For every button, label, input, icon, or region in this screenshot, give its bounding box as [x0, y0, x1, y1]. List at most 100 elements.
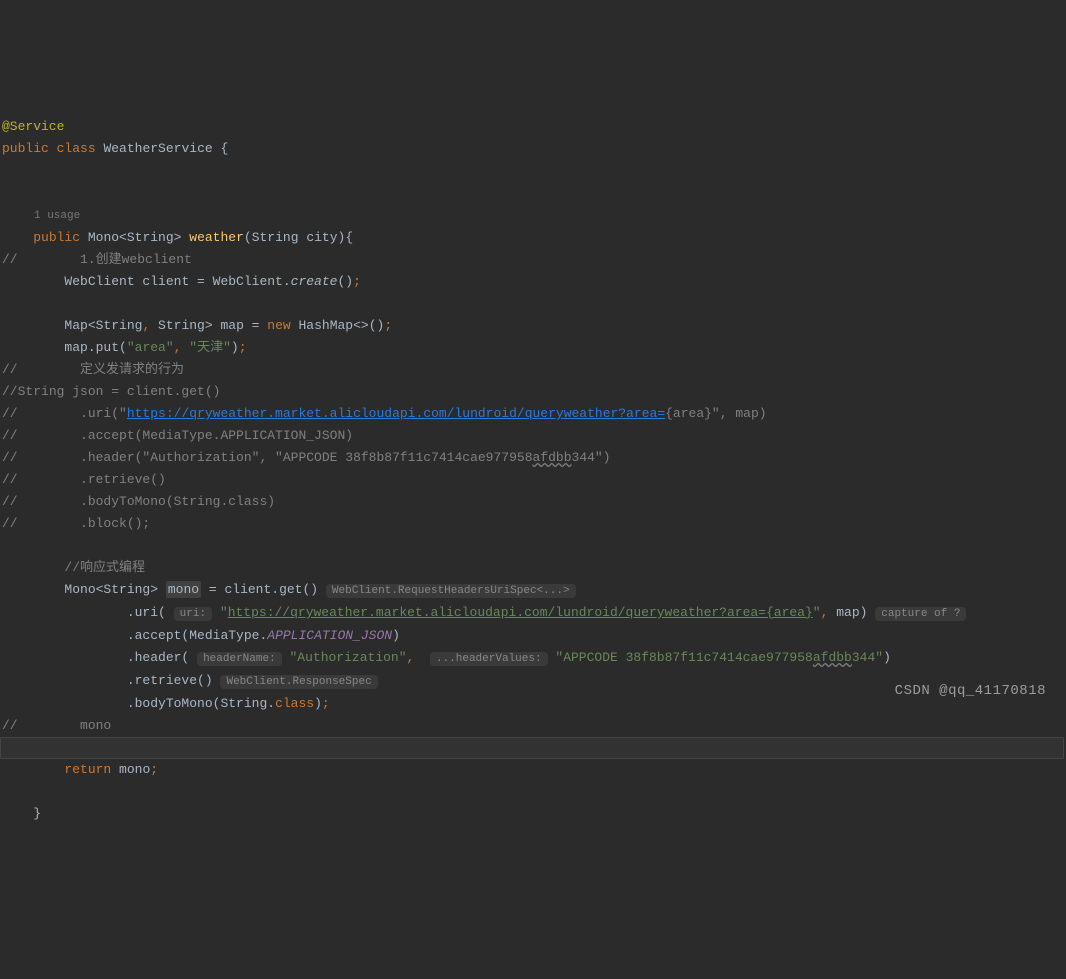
code-line: //响应式编程: [0, 560, 145, 575]
code-line: public class WeatherService {: [0, 141, 228, 156]
code-line: // mono: [0, 718, 111, 733]
code-line: Map<String, String> map = new HashMap<>(…: [0, 318, 392, 333]
inlay-hint[interactable]: ...headerValues:: [430, 652, 548, 666]
static-field: APPLICATION_JSON: [267, 628, 392, 643]
code-line: // .bodyToMono(String.class): [0, 494, 275, 509]
inlay-hint[interactable]: uri:: [174, 607, 212, 621]
keyword-public: public: [33, 230, 80, 245]
keyword-class: class: [275, 696, 314, 711]
caret-line[interactable]: [0, 737, 1064, 759]
code-line: [0, 185, 10, 200]
comment-text: .uri(": [18, 406, 127, 421]
string-literal: ": [220, 605, 228, 620]
comment-text: .header("Authorization",: [18, 450, 268, 465]
code-text: Map<String: [64, 318, 142, 333]
keyword-public: public: [2, 141, 49, 156]
usage-hint[interactable]: 1 usage: [0, 210, 80, 222]
string-literal: 344": [852, 650, 883, 665]
brace: }: [33, 806, 41, 821]
comment-marker: //: [2, 406, 18, 421]
code-line: public Mono<String> weather(String city)…: [0, 230, 353, 245]
comment-text: .block();: [18, 516, 151, 531]
inlay-hint[interactable]: WebClient.RequestHeadersUriSpec<...>: [326, 584, 576, 598]
inlay-hint[interactable]: headerName:: [197, 652, 282, 666]
code-text: ): [314, 696, 322, 711]
code-editor[interactable]: @Service public class WeatherService { 1…: [0, 88, 1066, 825]
comment-marker: //: [2, 384, 18, 399]
string-literal: "Authorization": [290, 650, 407, 665]
brace: {: [220, 141, 228, 156]
code-line: [0, 163, 10, 178]
code-text: String> map =: [150, 318, 267, 333]
code-line: @Service: [0, 119, 64, 134]
semicolon: ;: [384, 318, 392, 333]
url-link[interactable]: https://qryweather.market.alicloudapi.co…: [228, 605, 813, 620]
string-literal: ": [813, 605, 821, 620]
return-type: Mono<String>: [88, 230, 182, 245]
code-text: map): [828, 605, 867, 620]
keyword-new: new: [267, 318, 290, 333]
code-line: WebClient client = WebClient.create();: [0, 274, 361, 289]
code-line: [0, 784, 10, 799]
semicolon: ;: [353, 274, 361, 289]
code-line: // .retrieve(): [0, 472, 166, 487]
string-literal: "APPCODE 38f8b87f11c7414cae977958: [555, 650, 812, 665]
code-line: .accept(MediaType.APPLICATION_JSON): [0, 628, 400, 643]
code-text: .header(: [127, 650, 189, 665]
comment-text: "APPCODE 38f8b87f11c7414cae977958: [267, 450, 532, 465]
annotation: @Service: [2, 119, 64, 134]
code-text: .retrieve(): [127, 673, 213, 688]
warning-text: afdbb: [813, 650, 852, 665]
comment-text: 1.创建webclient: [18, 252, 192, 267]
code-text: .accept(MediaType.: [127, 628, 267, 643]
code-line: // 1.创建webclient: [0, 252, 192, 267]
semicolon: ;: [239, 340, 247, 355]
inlay-hint[interactable]: capture of ?: [875, 607, 966, 621]
code-text: ): [883, 650, 891, 665]
keyword-return: return: [64, 762, 111, 777]
code-line: // 定义发请求的行为: [0, 362, 184, 377]
comment-text: .accept(MediaType.APPLICATION_JSON): [18, 428, 353, 443]
class-name: WeatherService: [103, 141, 212, 156]
code-line: [0, 538, 10, 553]
code-text: (): [337, 274, 353, 289]
comment-text: 定义发请求的行为: [18, 362, 184, 377]
code-line: .bodyToMono(String.class);: [0, 696, 330, 711]
variable-highlight: mono: [166, 581, 201, 598]
code-line: // .block();: [0, 516, 150, 531]
string-literal: "area": [127, 340, 174, 355]
code-text: mono: [111, 762, 150, 777]
method-name: weather: [189, 230, 244, 245]
code-text: ): [392, 628, 400, 643]
param-type: String: [252, 230, 299, 245]
semicolon: ;: [150, 762, 158, 777]
code-line: [0, 296, 10, 311]
watermark: CSDN @qq_41170818: [895, 680, 1046, 702]
comment-marker: //: [2, 428, 18, 443]
code-line: //String json = client.get(): [0, 384, 220, 399]
inlay-hint[interactable]: WebClient.ResponseSpec: [220, 675, 377, 689]
comment-marker: //: [2, 252, 18, 267]
code-text: HashMap<>(): [291, 318, 385, 333]
comment-text: {area}", map): [665, 406, 766, 421]
code-text: = client.get(): [201, 582, 318, 597]
code-line: .uri( uri: "https://qryweather.market.al…: [0, 605, 966, 620]
string-literal: "天津": [189, 340, 231, 355]
comment-text: .bodyToMono(String.class): [18, 494, 275, 509]
keyword-class: class: [57, 141, 96, 156]
warning-text: afdbb: [533, 450, 572, 465]
comment-marker: //: [2, 362, 18, 377]
comment-text: String json = client.get(): [18, 384, 221, 399]
code-line: }: [0, 806, 41, 821]
code-line: .header( headerName: "Authorization", ..…: [0, 650, 891, 665]
code-line: // .uri("https://qryweather.market.alicl…: [0, 406, 767, 421]
code-text: Mono<String>: [64, 582, 165, 597]
comment-marker: //: [2, 516, 18, 531]
comment-text: 344"): [572, 450, 611, 465]
code-line: // .accept(MediaType.APPLICATION_JSON): [0, 428, 353, 443]
comment-marker: //: [2, 718, 18, 733]
comma: ,: [407, 650, 415, 665]
comment-text: //响应式编程: [64, 560, 145, 575]
comment-marker: //: [2, 472, 18, 487]
url-link[interactable]: https://qryweather.market.alicloudapi.co…: [127, 406, 665, 421]
